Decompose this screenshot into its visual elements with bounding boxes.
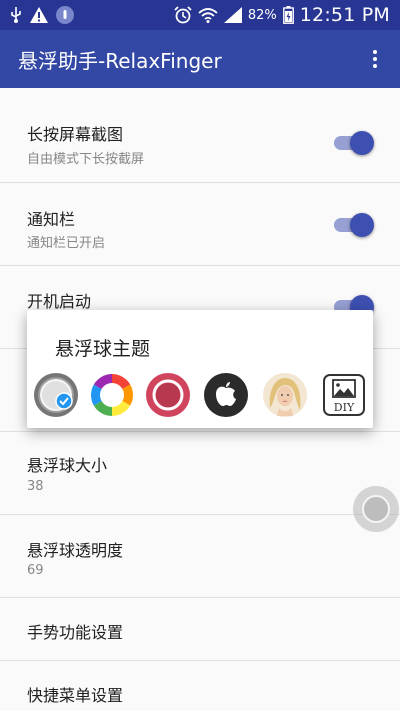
theme-options: DIY xyxy=(27,372,373,420)
clock: 12:51 PM xyxy=(299,4,390,26)
signal-icon xyxy=(223,7,242,23)
alarm-icon xyxy=(174,6,192,24)
theme-dialog: 悬浮球主题 DIY xyxy=(27,310,373,428)
theme-color-wheel[interactable] xyxy=(89,372,135,418)
battery-icon xyxy=(282,6,294,24)
battery-percent: 82% xyxy=(247,7,277,23)
red-ring-icon xyxy=(146,373,190,417)
apple-logo-icon xyxy=(204,373,248,417)
app-bar: 悬浮助手-RelaxFinger xyxy=(0,30,400,88)
color-wheel-icon xyxy=(90,374,134,416)
theme-apple[interactable] xyxy=(203,372,249,418)
wifi-icon xyxy=(198,8,218,23)
status-bar: 82% 12:51 PM xyxy=(0,0,400,30)
dialog-title: 悬浮球主题 xyxy=(55,338,151,360)
app-title: 悬浮助手-RelaxFinger xyxy=(18,48,222,73)
status-left-icons xyxy=(0,6,74,24)
selected-check-icon xyxy=(55,392,73,410)
portrait-photo-icon xyxy=(263,373,307,417)
app-notification-icon xyxy=(56,6,74,24)
theme-diy[interactable]: DIY xyxy=(321,372,367,418)
floating-ball[interactable] xyxy=(353,486,399,532)
theme-default[interactable] xyxy=(33,372,79,418)
floating-ball-core xyxy=(362,495,390,523)
theme-photo[interactable] xyxy=(262,372,308,418)
more-vert-icon[interactable] xyxy=(360,37,390,81)
theme-red-ring[interactable] xyxy=(145,372,191,418)
diy-label: DIY xyxy=(333,401,355,414)
gray-ring-ball-icon xyxy=(34,373,78,417)
warning-icon xyxy=(30,7,48,23)
status-right-icons: 82% 12:51 PM xyxy=(174,4,400,26)
usb-icon xyxy=(11,7,21,23)
